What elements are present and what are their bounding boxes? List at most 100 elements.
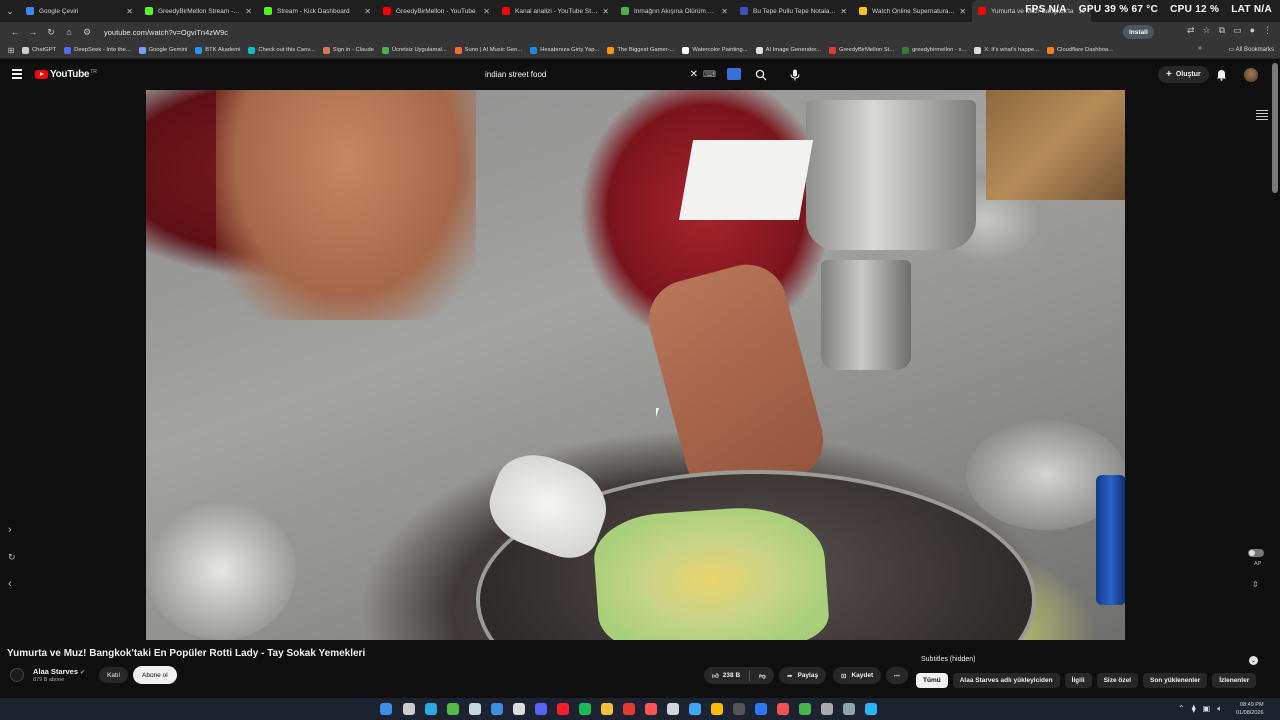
tray-chevron-icon[interactable]: ⌃ — [1178, 704, 1185, 714]
extensions-icon[interactable]: ⧉ — [1219, 25, 1225, 36]
discord-icon[interactable] — [535, 703, 547, 715]
translate-icon[interactable]: ⇄ — [1187, 25, 1195, 36]
like-button[interactable]: 👍︎ 238 B — [712, 672, 740, 680]
browser-tab[interactable]: GreedyBirMellon - YouTube ✕ — [377, 0, 496, 22]
tab-close-icon[interactable]: ✕ — [483, 7, 490, 16]
bookmark-star-icon[interactable]: ☆ — [1203, 25, 1211, 36]
epic-icon[interactable] — [513, 703, 525, 715]
steam-icon[interactable] — [469, 703, 481, 715]
all-bookmarks-folder[interactable]: ▭ All Bookmarks — [1229, 46, 1274, 53]
keyboard-icon[interactable]: ⌨ — [703, 69, 716, 80]
voice-search-button[interactable] — [785, 65, 804, 84]
youtube-logo[interactable]: YouTube TR — [35, 69, 97, 80]
tab-search-chevron-icon[interactable]: ⌄ — [0, 0, 20, 22]
store-icon[interactable] — [491, 703, 503, 715]
filter-chip[interactable]: İzlenenler — [1212, 673, 1257, 688]
filter-chip[interactable]: İlgili — [1064, 673, 1092, 688]
notepad-icon[interactable] — [667, 703, 679, 715]
chrome-icon[interactable] — [711, 703, 723, 715]
dislike-button[interactable]: 👎︎ — [759, 672, 766, 680]
spotify-icon[interactable] — [579, 703, 591, 715]
app-globe-icon[interactable] — [865, 703, 877, 715]
expand-arrows-icon[interactable]: ⇕ — [1252, 580, 1259, 589]
bookmark-item[interactable]: Hesabınıza Giriş Yap... — [526, 46, 603, 54]
settings-icon[interactable] — [821, 703, 833, 715]
bookmark-item[interactable]: DeepSeek - Into the... — [60, 46, 134, 54]
user-avatar[interactable] — [1244, 68, 1258, 82]
terminal-icon[interactable] — [733, 703, 745, 715]
url-field[interactable]: youtube.com/watch?v=OgviTn4zW9c — [104, 28, 228, 37]
back-icon[interactable]: ← — [6, 27, 24, 37]
forward-icon[interactable]: → — [24, 27, 42, 37]
join-button[interactable]: Katıl — [99, 667, 129, 683]
bookmark-item[interactable]: X: It's what's happe... — [970, 46, 1043, 54]
filter-chip[interactable]: Son yüklenenler — [1143, 673, 1208, 688]
search-box[interactable]: indian street food ✕ — [476, 65, 702, 84]
bookmark-item[interactable]: Sign in - Claude — [319, 46, 378, 54]
filter-chip[interactable]: Alaa Starves adlı yükleyiciden — [952, 673, 1060, 688]
create-button[interactable]: + Oluştur — [1158, 66, 1209, 83]
bookmark-item[interactable]: Google Gemini — [135, 46, 192, 54]
notifications-button[interactable] — [1216, 68, 1227, 86]
tab-close-icon[interactable]: ✕ — [602, 7, 609, 16]
browser-menu-icon[interactable]: ⋮ — [1263, 25, 1272, 36]
opera-icon[interactable] — [557, 703, 569, 715]
bookmark-item[interactable]: Cloudflare Dashboa... — [1043, 46, 1117, 54]
site-info-icon[interactable]: ⚙ — [78, 27, 96, 38]
tab-close-icon[interactable]: ✕ — [245, 7, 252, 16]
share-button[interactable]: ➦ Paylaş — [779, 667, 827, 684]
subtitles-collapse-icon[interactable]: ⌄ — [1249, 656, 1258, 665]
tray-network-icon[interactable]: ⧫ — [1192, 704, 1196, 714]
profile-icon[interactable]: ● — [1250, 25, 1255, 36]
task-view-icon[interactable] — [403, 703, 415, 715]
more-bookmarks-icon[interactable]: » — [1198, 45, 1202, 52]
taskbar-clock[interactable]: 08:49 PM 01/08/2026 — [1236, 701, 1264, 717]
bookmark-item[interactable]: The Biggest Gamer-... — [603, 46, 678, 54]
install-app-button[interactable]: Install — [1123, 25, 1154, 39]
tab-close-icon[interactable]: ✕ — [959, 7, 966, 16]
search-input[interactable]: indian street food — [485, 70, 690, 79]
translate-extension-icon[interactable] — [727, 68, 741, 80]
reload-icon[interactable]: ↻ — [42, 27, 60, 38]
tab-close-icon[interactable]: ✕ — [364, 7, 371, 16]
edge-icon[interactable] — [425, 703, 437, 715]
app-red-icon[interactable] — [623, 703, 635, 715]
browser-tab[interactable]: Watch Online Supernatural Sea ✕ — [853, 0, 972, 22]
chrome-active-icon[interactable] — [799, 703, 811, 715]
windows-start-icon[interactable] — [380, 703, 392, 715]
tab-close-icon[interactable]: ✕ — [840, 7, 847, 16]
apps-grid-icon[interactable]: ⊞ — [4, 46, 18, 55]
refresh-icon[interactable]: ↻ — [8, 552, 16, 563]
browser-tab[interactable]: GreedyBirMellon Stream - Watc ✕ — [139, 0, 258, 22]
browser-tab[interactable]: Bu Tepe Pullu Tepe Notaları | N ✕ — [734, 0, 853, 22]
tray-display-icon[interactable]: ▣ — [1203, 704, 1211, 714]
autoplay-toggle[interactable] — [1248, 549, 1264, 557]
filter-chip[interactable]: Tümü — [916, 673, 948, 688]
app-blue-icon[interactable] — [689, 703, 701, 715]
channel-avatar[interactable] — [10, 668, 24, 682]
guide-menu-icon[interactable] — [12, 69, 22, 81]
browser-tab[interactable]: Google Çeviri ✕ — [20, 0, 139, 22]
more-actions-button[interactable]: ⋯ — [886, 667, 908, 684]
browser-tab[interactable]: Kanal analizi - YouTube Studio ✕ — [496, 0, 615, 22]
bookmark-item[interactable]: Check out this Canv... — [244, 46, 318, 54]
filter-chip[interactable]: Size özel — [1096, 673, 1139, 688]
search-clear-icon[interactable]: ✕ — [690, 69, 698, 80]
app-red2-icon[interactable] — [645, 703, 657, 715]
cast-icon[interactable]: ▭ — [1233, 25, 1242, 36]
chat-menu-icon[interactable] — [1256, 110, 1268, 122]
channel-name[interactable]: Alaa Starves ✔ — [33, 667, 85, 676]
save-button[interactable]: ⊡ Kaydet — [833, 667, 882, 684]
bookmark-item[interactable]: Ücretsiz Uygulamal... — [378, 46, 451, 54]
home-icon[interactable]: ⌂ — [60, 27, 78, 37]
bookmark-item[interactable]: Watercolor Painting... — [678, 46, 751, 54]
bookmark-item[interactable]: Suno | AI Music Gen... — [451, 46, 527, 54]
folder-icon[interactable] — [601, 703, 613, 715]
bookmark-item[interactable]: BTK Akademi — [191, 46, 244, 54]
tray-volume-icon[interactable]: 🔈︎ — [1217, 704, 1222, 714]
bookmark-item[interactable]: ChatGPT — [18, 46, 60, 54]
vscode-icon[interactable] — [755, 703, 767, 715]
video-player[interactable] — [146, 90, 1125, 640]
steam2-icon[interactable] — [843, 703, 855, 715]
browser-tab[interactable]: Stream - Kick Dashboard ✕ — [258, 0, 377, 22]
